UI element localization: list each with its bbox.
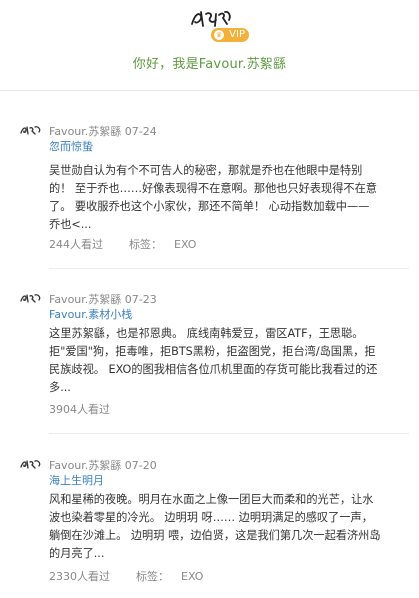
excerpt-line: 波也染着零星的冷光。 边明玥 呀…… 边明玥满足的感叹了一声， [49, 511, 373, 524]
excerpt-line: 民族歧视。 EXO的图我相信各位爪机里面的存货可能比我看过的还 [49, 363, 378, 376]
post-title-link[interactable]: 海上生明月 [49, 472, 104, 488]
vip-badge: ♛ VIP [211, 28, 249, 42]
crown-icon: ♛ [214, 30, 224, 40]
excerpt-line: 了。 要收服乔也这个小家伙，那还不简单！ 心动指数加载中—— [49, 200, 370, 213]
post-meta: Favour.苏絮繇 07-20 [49, 459, 157, 472]
vip-label: VIP [229, 29, 245, 40]
excerpt-line: 乔也<... [49, 218, 92, 231]
blog-header: ♛ VIP 你好，我是Favour.苏絮繇 [0, 0, 419, 84]
post-excerpt[interactable]: 风和星稀的夜晚。明月在水面之上像一团巨大而柔和的光芒，让水 波也染着零星的冷光。… [49, 491, 413, 563]
greeting-text: 你好，我是Favour.苏絮繇 [132, 57, 287, 72]
post-stats: 3904人看过 [49, 401, 110, 417]
post-meta: Favour.苏絮繇 07-23 [49, 293, 157, 306]
view-count: 244人看过 [49, 238, 103, 251]
excerpt-line: 这里苏絮繇，也是祁恩典。 底线南韩爱豆，雷区ATF，王思聪。 [49, 327, 364, 340]
author-signature-icon [20, 294, 41, 303]
post-divider [49, 268, 409, 269]
post-meta: Favour.苏絮繇 07-24 [49, 125, 157, 138]
excerpt-line: 的！ 至于乔也……好像表现得不在意啊。那他也只好表现得不在意 [49, 182, 377, 195]
tag-link[interactable]: EXO [181, 570, 203, 583]
post-title-link[interactable]: Favour.素材小栈 [49, 306, 132, 322]
excerpt-line: 风和星稀的夜晚。明月在水面之上像一团巨大而柔和的光芒，让水 [49, 493, 374, 506]
author-signature-icon [20, 460, 41, 469]
excerpt-line: 吴世勋自认为有个不可告人的秘密，那就是乔也在他眼中是特别 [49, 164, 363, 177]
view-count: 2330人看过 [49, 570, 110, 583]
post-excerpt[interactable]: 这里苏絮繇，也是祁恩典。 底线南韩爱豆，雷区ATF，王思聪。 拒"爱国"狗，拒毒… [49, 325, 413, 397]
excerpt-line: 拒"爱国"狗，拒毒唯，拒BTS黑粉，拒盗图党，拒台湾/岛国黑，拒 [49, 345, 376, 358]
header-divider [0, 90, 419, 91]
post-stats: 2330人看过 标签： EXO [49, 568, 203, 584]
excerpt-line: 多... [49, 381, 71, 394]
post-excerpt[interactable]: 吴世勋自认为有个不可告人的秘密，那就是乔也在他眼中是特别 的！ 至于乔也……好像… [49, 162, 413, 234]
excerpt-line: 的月亮了... [49, 547, 105, 560]
author-signature-icon [20, 126, 41, 135]
tag-label: 标签： [129, 238, 162, 251]
excerpt-line: 躺倒在沙滩上。 边明玥 喂，边伯贤，这是我们第几次一起看济州岛 [49, 529, 381, 542]
post-divider [49, 433, 409, 434]
post-title-link[interactable]: 忽而惊蛰 [49, 138, 93, 154]
view-count: 3904人看过 [49, 403, 110, 416]
tag-label: 标签： [136, 570, 169, 583]
post-stats: 244人看过 标签： EXO [49, 236, 196, 252]
tag-link[interactable]: EXO [174, 238, 196, 251]
